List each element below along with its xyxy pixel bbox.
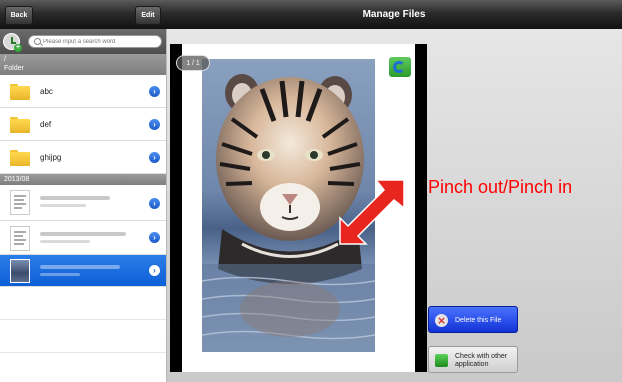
document-thumbnail — [10, 226, 30, 251]
folder-row-ghijpg[interactable]: ghijpg › — [0, 141, 166, 174]
file-row-selected[interactable]: › — [0, 255, 166, 287]
open-in-app-icon — [435, 354, 448, 367]
folder-label: ghijpg — [40, 153, 62, 162]
current-path: / — [4, 56, 6, 63]
empty-list-row — [0, 320, 166, 353]
chevron-right-icon[interactable]: › — [149, 198, 160, 209]
folder-label: abc — [40, 87, 53, 96]
search-input[interactable] — [43, 36, 158, 47]
delete-file-button[interactable]: Delete this File — [428, 306, 518, 333]
folder-section-header: / Folder — [0, 54, 166, 75]
file-row[interactable]: › — [0, 221, 166, 255]
pinch-instruction-annotation: Pinch out/Pinch in — [428, 177, 573, 197]
file-name-redacted — [40, 265, 120, 269]
folder-icon — [10, 84, 30, 100]
image-thumbnail — [10, 259, 30, 283]
file-name-redacted — [40, 232, 126, 236]
folder-row-abc[interactable]: abc › — [0, 75, 166, 108]
page-title: Manage Files — [362, 9, 426, 20]
chevron-right-icon[interactable]: › — [149, 86, 160, 97]
chevron-right-icon[interactable]: › — [149, 119, 160, 130]
back-button[interactable]: Back — [5, 6, 33, 25]
file-name-redacted — [40, 196, 110, 200]
folder-label: def — [40, 120, 52, 129]
folder-icon — [10, 117, 30, 133]
empty-list-row — [0, 287, 166, 320]
file-date-redacted — [40, 204, 86, 207]
rotate-button[interactable] — [389, 57, 411, 77]
chevron-right-icon[interactable]: › — [149, 232, 160, 243]
delete-icon — [435, 314, 448, 327]
folder-section-label: Folder — [4, 65, 24, 72]
file-date-redacted — [40, 240, 90, 243]
date-section-header: 2013/08 — [0, 174, 166, 185]
history-clock-icon[interactable]: + — [3, 33, 22, 52]
check-button-label: Check with other application — [455, 353, 508, 368]
check-with-other-app-button[interactable]: Check with other application — [428, 346, 518, 373]
edit-button[interactable]: Edit — [135, 6, 161, 25]
file-row[interactable]: › — [0, 185, 166, 221]
page-counter-badge: 1 / 1 — [176, 55, 210, 71]
folder-row-def[interactable]: def › — [0, 108, 166, 141]
delete-button-label: Delete this File — [455, 316, 502, 324]
rotate-icon — [393, 61, 405, 73]
folder-icon — [10, 150, 30, 166]
file-date-redacted — [40, 273, 80, 276]
search-row: + — [0, 29, 166, 54]
chevron-right-icon[interactable]: › — [149, 265, 160, 276]
pinch-arrows-icon — [339, 179, 405, 245]
document-thumbnail — [10, 190, 30, 215]
search-icon — [34, 38, 41, 45]
search-field[interactable] — [28, 35, 162, 48]
chevron-right-icon[interactable]: › — [149, 152, 160, 163]
